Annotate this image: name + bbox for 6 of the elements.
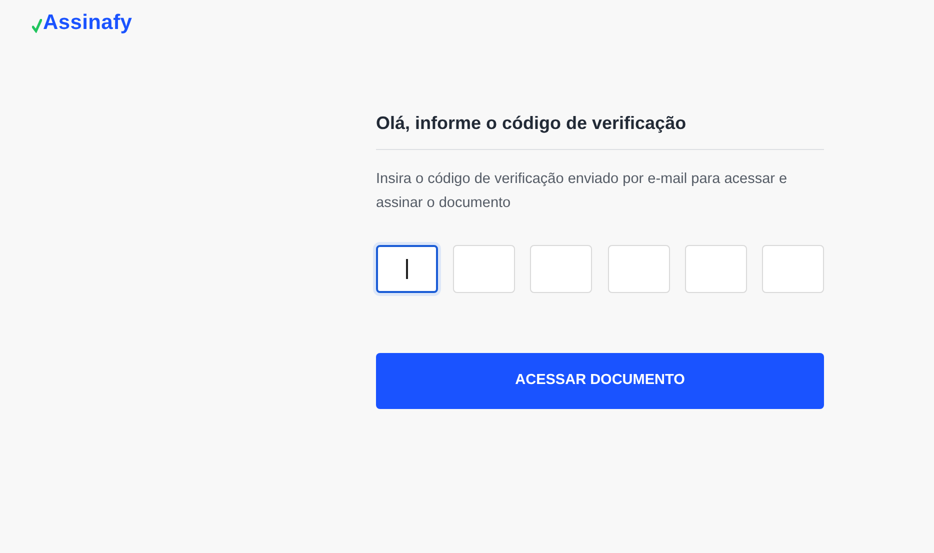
- logo: Assinafy: [43, 10, 132, 36]
- instructions: Insira o código de verificação enviado por e-mail para acessar e assinar o documento: [376, 170, 788, 213]
- code-field[interactable]: [376, 244, 438, 293]
- access-document-button[interactable]: ACESSAR DOCUMENTO: [376, 352, 824, 409]
- checkmark-icon: [32, 19, 42, 33]
- heading: Olá, informe o código de verificação: [376, 113, 824, 150]
